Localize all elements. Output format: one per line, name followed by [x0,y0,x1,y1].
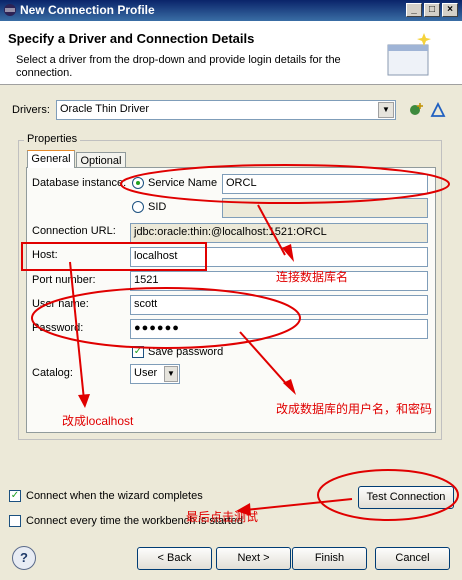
tab-general[interactable]: General [27,150,75,168]
annotation-overlay [21,164,459,521]
annotation-db-name: 连接数据库名 [276,270,349,284]
test-connection-ellipse [317,469,459,521]
service-name-ellipse [120,164,450,204]
annotation-localhost: 改成localhost [62,414,134,428]
arrow-localhost [69,261,85,401]
arrow-db-name [257,204,286,256]
annotation-test-last: 最后点击测试 [186,510,259,524]
arrow-test [244,498,353,511]
annotation-user-pwd: 改成数据库的用户名，和密码 [276,402,433,416]
host-highlight-rect [21,242,207,271]
arrow-user-pwd [239,331,291,389]
credentials-ellipse [31,287,301,349]
